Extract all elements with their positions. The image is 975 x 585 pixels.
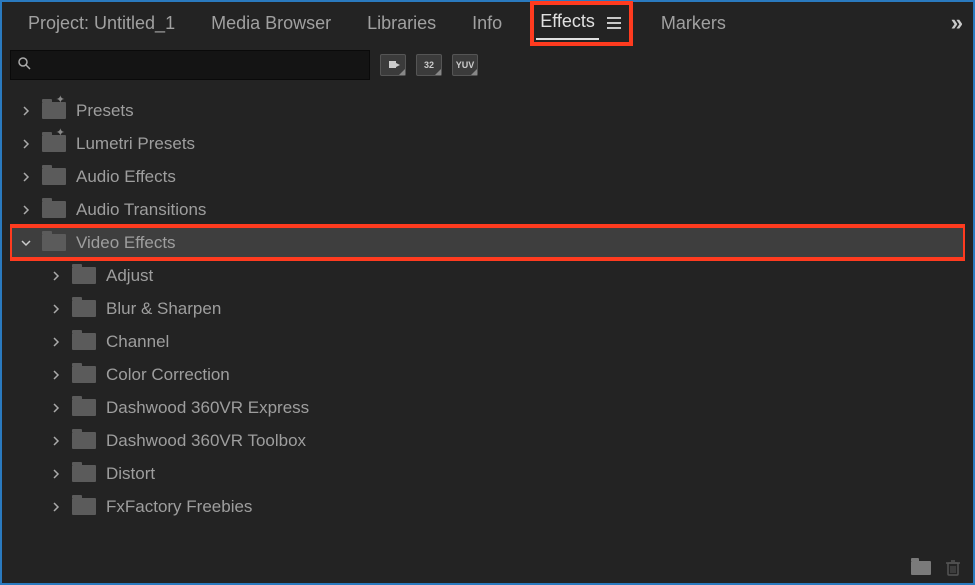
tab-project[interactable]: Project: Untitled_1 — [14, 5, 189, 42]
tree-item-video-effects[interactable]: Video Effects — [10, 226, 965, 259]
preset-folder-icon — [42, 135, 66, 152]
chevron-right-icon[interactable] — [50, 369, 62, 381]
tree-label: Color Correction — [106, 365, 230, 385]
tab-overflow-icon[interactable]: » — [947, 10, 965, 36]
tree-label: Presets — [76, 101, 134, 121]
preset-folder-icon — [42, 102, 66, 119]
tree-item-dashwood-express[interactable]: Dashwood 360VR Express — [10, 391, 965, 424]
folder-icon — [72, 498, 96, 515]
effects-panel: Project: Untitled_1 Media Browser Librar… — [0, 0, 975, 585]
chevron-right-icon[interactable] — [50, 303, 62, 315]
tree-label: Dashwood 360VR Toolbox — [106, 431, 306, 451]
tree-item-color-correction[interactable]: Color Correction — [10, 358, 965, 391]
folder-icon — [72, 300, 96, 317]
tree-item-fxfactory[interactable]: FxFactory Freebies — [10, 490, 965, 523]
tree-label: Distort — [106, 464, 155, 484]
folder-icon — [72, 432, 96, 449]
chevron-right-icon[interactable] — [50, 468, 62, 480]
search-row: 32 YUV — [2, 44, 973, 86]
tree-label: Dashwood 360VR Express — [106, 398, 309, 418]
tree-item-audio-effects[interactable]: Audio Effects — [10, 160, 965, 193]
tree-label: Video Effects — [76, 233, 176, 253]
chevron-right-icon[interactable] — [50, 270, 62, 282]
tree-item-presets[interactable]: Presets — [10, 94, 965, 127]
chevron-right-icon[interactable] — [50, 336, 62, 348]
effects-tree[interactable]: Presets Lumetri Presets Audio Effects Au… — [10, 94, 965, 549]
chevron-right-icon[interactable] — [20, 171, 32, 183]
chevron-down-icon[interactable] — [20, 237, 32, 249]
folder-icon — [72, 267, 96, 284]
tree-label: Audio Effects — [76, 167, 176, 187]
delete-button[interactable] — [945, 559, 961, 577]
folder-icon — [72, 366, 96, 383]
accelerated-icon — [387, 59, 400, 72]
filter-yuv-button[interactable]: YUV — [452, 54, 478, 76]
folder-icon — [72, 333, 96, 350]
folder-icon — [42, 201, 66, 218]
filter-accelerated-button[interactable] — [380, 54, 406, 76]
tab-info[interactable]: Info — [458, 5, 516, 42]
chevron-right-icon[interactable] — [50, 402, 62, 414]
chevron-right-icon[interactable] — [20, 204, 32, 216]
chevron-right-icon[interactable] — [50, 435, 62, 447]
tab-media-browser[interactable]: Media Browser — [197, 5, 345, 42]
chevron-right-icon[interactable] — [50, 501, 62, 513]
folder-icon — [42, 168, 66, 185]
filter-32bit-button[interactable]: 32 — [416, 54, 442, 76]
tree-label: Blur & Sharpen — [106, 299, 221, 319]
panel-footer — [2, 553, 973, 583]
tree-item-audio-transitions[interactable]: Audio Transitions — [10, 193, 965, 226]
panel-tab-bar: Project: Untitled_1 Media Browser Librar… — [2, 2, 973, 44]
tab-markers[interactable]: Markers — [647, 5, 740, 42]
tree-label: FxFactory Freebies — [106, 497, 252, 517]
search-box[interactable] — [10, 50, 370, 80]
tab-effects[interactable]: Effects — [536, 7, 599, 40]
folder-icon — [72, 465, 96, 482]
tree-item-blur-sharpen[interactable]: Blur & Sharpen — [10, 292, 965, 325]
tree-item-adjust[interactable]: Adjust — [10, 259, 965, 292]
tree-label: Channel — [106, 332, 169, 352]
tree-label: Adjust — [106, 266, 153, 286]
tree-item-lumetri[interactable]: Lumetri Presets — [10, 127, 965, 160]
new-bin-button[interactable] — [911, 561, 931, 575]
search-input[interactable] — [35, 57, 363, 73]
chevron-right-icon[interactable] — [20, 138, 32, 150]
folder-icon — [72, 399, 96, 416]
tree-label: Lumetri Presets — [76, 134, 195, 154]
tree-item-distort[interactable]: Distort — [10, 457, 965, 490]
tab-libraries[interactable]: Libraries — [353, 5, 450, 42]
search-icon — [17, 56, 31, 75]
tree-item-dashwood-toolbox[interactable]: Dashwood 360VR Toolbox — [10, 424, 965, 457]
folder-icon — [42, 234, 66, 251]
tree-item-channel[interactable]: Channel — [10, 325, 965, 358]
chevron-right-icon[interactable] — [20, 105, 32, 117]
panel-menu-icon[interactable] — [605, 15, 623, 31]
effects-tab-highlight: Effects — [530, 1, 633, 46]
tree-label: Audio Transitions — [76, 200, 206, 220]
